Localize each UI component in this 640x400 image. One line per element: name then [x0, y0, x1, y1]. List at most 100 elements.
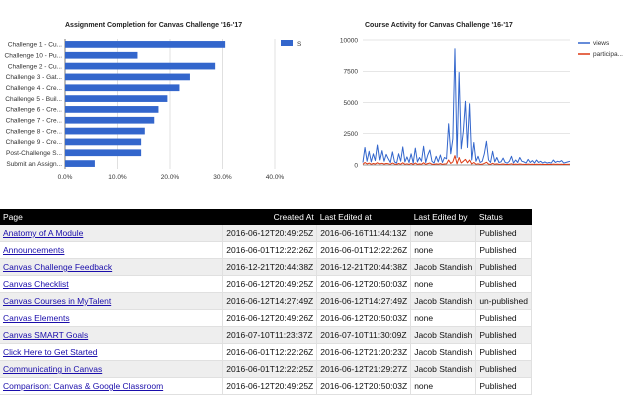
cell-created-at: 2016-06-12T20:49:25Z: [222, 275, 318, 293]
cell-last-edited-at: 2016-06-12T21:20:23Z: [316, 343, 412, 361]
table-row: Anatomy of A Module 2016-06-12T20:49:25Z 2…: [0, 225, 532, 242]
line-y-tick-label: 10000: [340, 37, 358, 44]
bar-category-label: Challenge 2 - Cu...: [8, 63, 62, 70]
cell-created-at: 2016-06-01T12:22:25Z: [222, 360, 318, 378]
cell-status: Published: [475, 275, 532, 293]
bar: [65, 116, 155, 124]
table-row: Canvas Elements 2016-06-12T20:49:26Z 2016-…: [0, 309, 532, 327]
table-row: Canvas Challenge Feedback 2016-12-21T20:4…: [0, 258, 532, 276]
header-last-edited-at[interactable]: Last Edited at: [316, 209, 411, 225]
header-created-at[interactable]: Created At: [222, 209, 317, 225]
cell-last-edited-at: 2016-06-16T11:44:13Z: [316, 225, 412, 242]
table-header-row: Page Created At Last Edited at Last Edit…: [0, 209, 532, 225]
cell-status: Published: [475, 343, 532, 361]
cell-created-at: 2016-06-01T12:22:26Z: [222, 343, 318, 361]
bar-category-label: Challenge 3 - Gat...: [6, 74, 63, 81]
table-row: Comparison: Canvas & Google Classroom 201…: [0, 377, 532, 395]
cell-status: Published: [475, 309, 532, 327]
bar: [65, 51, 138, 59]
cell-last-edited-by: none: [410, 377, 477, 395]
bar: [65, 127, 145, 135]
cell-last-edited-by: Jacob Standish: [410, 258, 477, 276]
bar: [65, 95, 168, 102]
bar-legend-label: S: [297, 41, 302, 48]
cell-status: Published: [475, 241, 532, 259]
bar: [65, 138, 142, 146]
cell-page: Announcements: [0, 241, 224, 259]
page-link[interactable]: Communicating in Canvas: [3, 364, 102, 374]
bar-legend-swatch: [281, 40, 293, 46]
cell-created-at: 2016-06-12T14:27:49Z: [222, 292, 318, 310]
bar-category-label: Challenge 4 - Cre...: [6, 85, 63, 92]
cell-page: Communicating in Canvas: [0, 360, 224, 378]
bar-category-label: Challenge 10 - Pu...: [5, 53, 63, 60]
bar-chart-title: Assignment Completion for Canvas Challen…: [65, 22, 242, 29]
cell-status: un-published: [475, 292, 532, 310]
cell-last-edited-by: none: [410, 225, 477, 242]
bar-category-label: Challenge 1 - Cu...: [8, 42, 62, 49]
page-link[interactable]: Canvas Challenge Feedback: [3, 262, 112, 272]
line-y-tick-label: 0: [354, 162, 358, 169]
cell-last-edited-by: none: [410, 241, 477, 259]
cell-status: Published: [475, 326, 532, 344]
bar: [65, 106, 159, 113]
cell-last-edited-by: none: [410, 275, 477, 293]
cell-last-edited-at: 2016-07-10T11:30:09Z: [316, 326, 412, 344]
table-row: Click Here to Get Started 2016-06-01T12:2…: [0, 343, 532, 361]
table-row: Canvas SMART Goals 2016-07-10T11:23:37Z 20…: [0, 326, 532, 344]
cell-created-at: 2016-06-12T20:49:25Z: [222, 225, 318, 242]
cell-page: Canvas Challenge Feedback: [0, 258, 224, 276]
cell-created-at: 2016-06-01T12:22:26Z: [222, 241, 318, 259]
cell-page: Comparison: Canvas & Google Classroom: [0, 377, 224, 395]
assignment-completion-chart: Assignment Completion for Canvas Challen…: [5, 22, 302, 181]
line-y-tick-label: 7500: [344, 69, 359, 76]
cell-last-edited-at: 2016-06-01T12:22:26Z: [316, 241, 412, 259]
cell-status: Published: [475, 258, 532, 276]
header-page[interactable]: Page: [0, 209, 223, 225]
cell-status: Published: [475, 360, 532, 378]
page-link[interactable]: Announcements: [3, 245, 64, 255]
cell-status: Published: [475, 377, 532, 395]
cell-last-edited-at: 2016-06-12T20:50:03Z: [316, 275, 412, 293]
cell-page: Canvas Courses in MyTalent: [0, 292, 224, 310]
header-last-edited-by[interactable]: Last Edited by: [410, 209, 476, 225]
cell-last-edited-by: Jacob Standish: [410, 343, 477, 361]
views-series-line: [362, 48, 571, 164]
legend-participations-label: participa...: [593, 51, 623, 58]
page-link[interactable]: Comparison: Canvas & Google Classroom: [3, 381, 163, 391]
bar: [65, 62, 216, 70]
page-link[interactable]: Canvas Elements: [3, 313, 70, 323]
line-y-tick-label: 5000: [344, 100, 359, 107]
bar: [65, 73, 190, 81]
cell-page: Canvas Elements: [0, 309, 224, 327]
cell-status: Published: [475, 225, 532, 242]
cell-page: Canvas Checklist: [0, 275, 224, 293]
page-link[interactable]: Canvas Courses in MyTalent: [3, 296, 111, 306]
bar-category-label: Challenge 8 - Cre...: [6, 128, 63, 135]
cell-last-edited-by: none: [410, 309, 477, 327]
bar-category-label: Submit an Assign...: [6, 161, 62, 168]
cell-last-edited-by: Jacob Standish: [410, 360, 477, 378]
cell-last-edited-at: 2016-12-21T20:44:38Z: [316, 258, 412, 276]
bar: [65, 149, 142, 157]
bar-category-label: Challenge 9 - Cre...: [6, 139, 63, 146]
bar-category-label: Challenge 7 - Cre...: [6, 118, 63, 125]
cell-page: Canvas SMART Goals: [0, 326, 224, 344]
cell-last-edited-by: Jacob Standish: [410, 292, 477, 310]
bar: [65, 41, 226, 48]
line-y-tick-label: 2500: [344, 131, 359, 138]
bar-category-label: Challenge 6 - Cre...: [6, 107, 63, 114]
page-link[interactable]: Canvas Checklist: [3, 279, 69, 289]
bar: [65, 160, 95, 167]
cell-last-edited-at: 2016-06-12T21:29:27Z: [316, 360, 412, 378]
page-link[interactable]: Click Here to Get Started: [3, 347, 97, 357]
page-link[interactable]: Canvas SMART Goals: [3, 330, 88, 340]
bar-x-tick-label: 10.0%: [108, 174, 127, 181]
legend-views-label: views: [593, 40, 610, 47]
bar-x-tick-label: 0.0%: [58, 174, 73, 181]
page-link[interactable]: Anatomy of A Module: [3, 228, 83, 238]
cell-created-at: 2016-06-12T20:49:26Z: [222, 309, 318, 327]
pages-table: Page Created At Last Edited at Last Edit…: [0, 209, 532, 395]
header-status[interactable]: Status: [475, 209, 532, 225]
cell-created-at: 2016-12-21T20:44:38Z: [222, 258, 318, 276]
